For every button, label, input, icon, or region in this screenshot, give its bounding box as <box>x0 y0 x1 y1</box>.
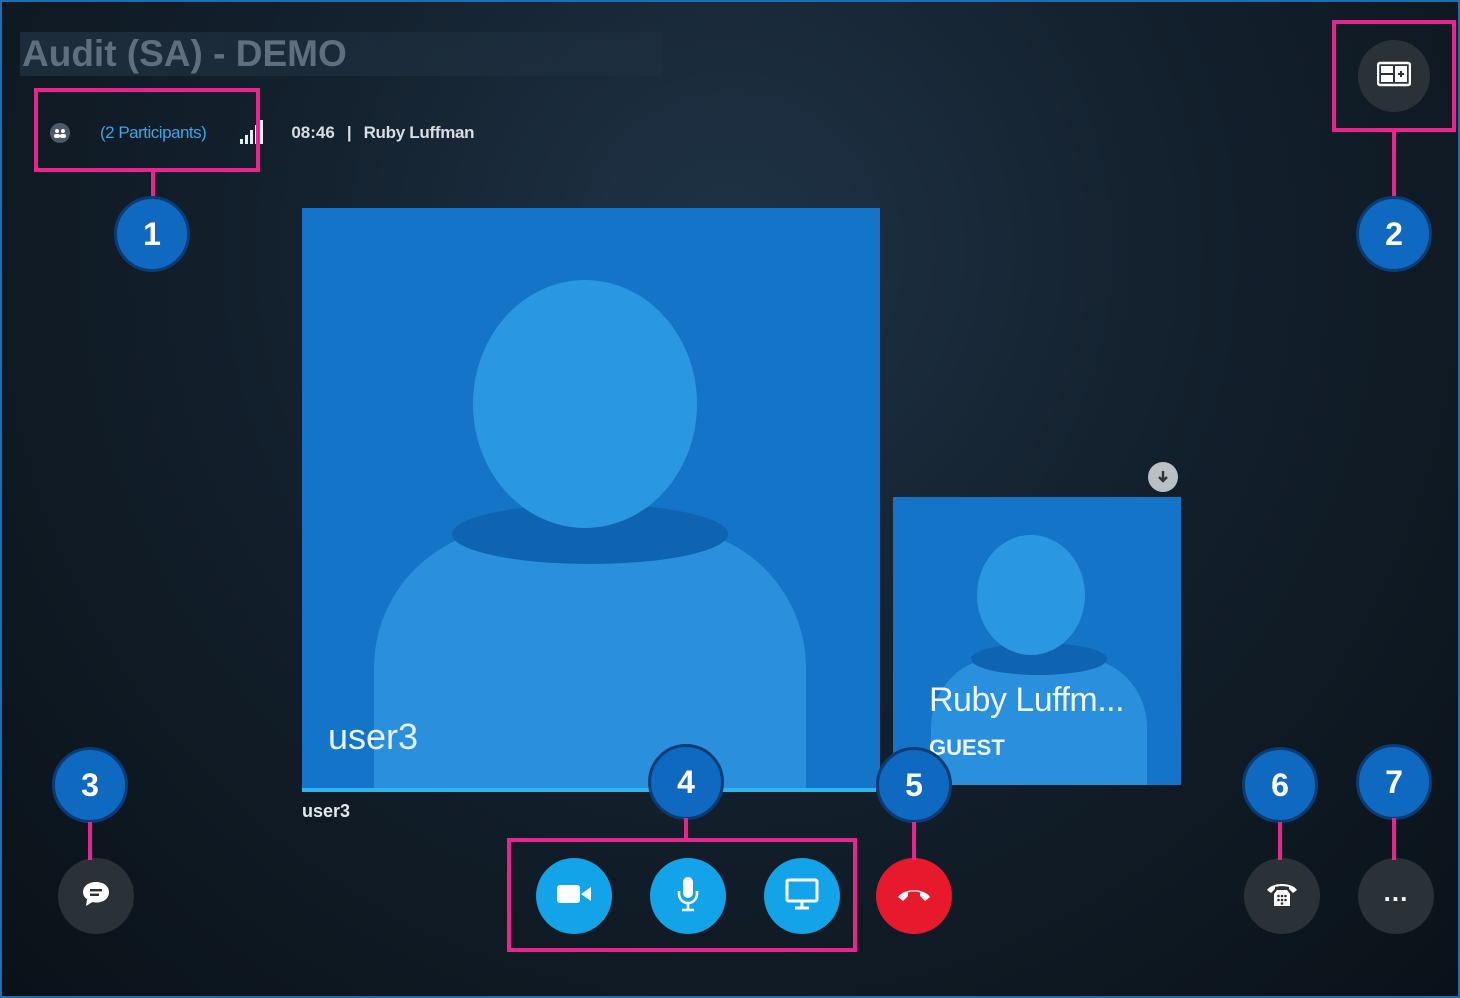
call-duration: 08:46 <box>291 123 335 142</box>
callout-badge-5: 5 <box>876 747 952 823</box>
highlight-box-layout <box>1332 20 1456 132</box>
self-avatar-body <box>931 657 1147 785</box>
callout-line-6 <box>1278 822 1282 860</box>
highlight-box-participants <box>34 88 260 172</box>
highlight-box-media-controls <box>507 838 857 952</box>
participant-video-tile[interactable]: user3 <box>302 208 880 790</box>
pin-arrow-icon[interactable] <box>1148 462 1178 492</box>
callout-line-2 <box>1392 132 1396 198</box>
callout-badge-6: 6 <box>1242 747 1318 823</box>
participant-name: user3 <box>328 716 419 757</box>
callout-line-5 <box>912 822 916 860</box>
callout-badge-3: 3 <box>52 747 128 823</box>
self-avatar-head <box>977 535 1085 655</box>
callout-badge-7: 7 <box>1356 744 1432 820</box>
self-video-tile[interactable]: Ruby Luffm... GUEST <box>893 497 1181 785</box>
call-window: Audit (SA) - DEMO (2 Participants) 08:46… <box>0 0 1460 998</box>
callout-badge-2: 2 <box>1356 196 1432 272</box>
callout-line-4 <box>684 818 688 840</box>
hang-up-button[interactable] <box>876 858 952 934</box>
tile-caption: user3 <box>302 801 351 821</box>
current-user-name: Ruby Luffman <box>363 123 475 142</box>
info-separator: | <box>346 123 352 142</box>
dialpad-button[interactable] <box>1244 858 1320 934</box>
hang-up-icon <box>896 885 932 908</box>
callout-line-3 <box>88 822 92 860</box>
active-speaker-indicator <box>302 788 876 792</box>
more-options-icon: ... <box>1383 877 1409 907</box>
self-name: Ruby Luffm... <box>929 681 1125 719</box>
chat-button[interactable] <box>58 858 134 934</box>
callout-badge-4: 4 <box>648 744 724 820</box>
callout-badge-1: 1 <box>114 196 190 272</box>
avatar-silhouette-head <box>473 280 697 528</box>
phone-dialpad-icon <box>1265 880 1299 913</box>
avatar-silhouette-body <box>374 528 806 790</box>
callout-line-7 <box>1392 818 1396 860</box>
more-options-button[interactable]: ... <box>1358 858 1434 934</box>
meeting-title: Audit (SA) - DEMO <box>20 32 662 76</box>
chat-bubble-icon <box>81 880 111 913</box>
